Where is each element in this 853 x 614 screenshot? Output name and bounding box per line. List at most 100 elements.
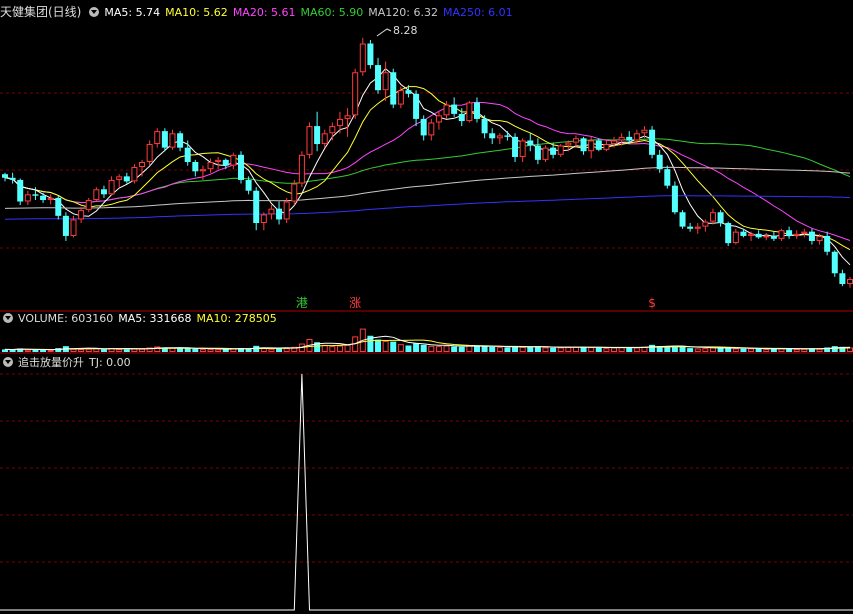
volume-bar-up [397, 344, 404, 353]
price-panel-menu-icon[interactable] [89, 7, 100, 17]
volume-bar-up [116, 349, 123, 353]
volume-bar-up [428, 345, 435, 353]
volume-bar-down [413, 343, 420, 352]
candle-down [17, 179, 24, 202]
volume-bar-down [717, 348, 724, 352]
volume-bar-up [519, 346, 526, 352]
volume-bar-up [283, 348, 290, 353]
volume-bar-up [329, 346, 336, 352]
volume-bar-up [93, 348, 100, 352]
candle-up [709, 212, 716, 222]
candle-up [694, 226, 701, 229]
ma60-value: MA60: 5.90 [300, 6, 364, 19]
indicator-legend: 追击放量价升 TJ: 0.00 [0, 355, 136, 371]
volume-bar-up [565, 347, 572, 352]
volume-bar-up [801, 348, 808, 352]
stock-chart[interactable]: 8.28 港 涨 $ [0, 0, 853, 614]
candle-down [626, 136, 633, 141]
candle-down [222, 159, 229, 166]
candle-down [413, 93, 420, 119]
volume-bar-up [603, 348, 610, 353]
volume-bar-up [215, 349, 222, 352]
volume-bar-up [78, 349, 85, 353]
candle-up [306, 126, 313, 155]
candle-down [405, 90, 412, 94]
volume-bar-down [473, 345, 480, 352]
candle-up [641, 129, 648, 134]
volume-bar-down [595, 347, 602, 352]
candle-up [93, 189, 100, 201]
chart-annotations: 8.28 [376, 24, 418, 37]
candle-down [649, 129, 656, 155]
candle-down [580, 138, 587, 152]
volume-bar-down [276, 348, 283, 352]
volume-bar-up [611, 347, 618, 353]
volume-bar-down [177, 348, 184, 352]
candle-down [527, 140, 534, 146]
volume-bar-up [778, 348, 785, 352]
volume-bar-up [344, 344, 351, 353]
volume-bar-up [618, 347, 625, 352]
volume-panel-menu-icon[interactable] [3, 313, 13, 323]
signal-mark: 港 [296, 296, 308, 310]
candle-up [778, 230, 785, 239]
volume-value: VOLUME: 603160 [18, 312, 114, 325]
candle-down [550, 147, 557, 155]
candle-down [390, 72, 397, 105]
candle-down [831, 251, 838, 274]
candle-down [755, 233, 762, 238]
volume-bar-down [55, 348, 62, 352]
volume-bar-up [816, 348, 823, 352]
candle-down [808, 231, 815, 241]
candle-down [687, 226, 694, 229]
candle-up [496, 135, 503, 139]
candle-up [108, 179, 115, 195]
volume-ma5-value: MA5: 331668 [118, 312, 192, 325]
candle-down [62, 215, 69, 236]
ma120-value: MA120: 6.32 [368, 6, 438, 19]
volume-bar-up [641, 346, 648, 352]
volume-bar-up [572, 346, 579, 352]
price-grid [0, 92, 853, 249]
volume-bar-down [123, 349, 130, 352]
candle-down [192, 162, 199, 172]
volume-bar-down [100, 349, 107, 352]
volume-bar-down [755, 348, 762, 352]
ma5-line [4, 68, 851, 266]
candle-up [47, 197, 54, 201]
candle-up [428, 122, 435, 136]
candle-down [534, 145, 541, 160]
volume-bar-up [702, 348, 709, 353]
candle-up [169, 133, 176, 148]
candle-up [443, 104, 450, 116]
volume-bar-up [336, 345, 343, 352]
signal-mark: $ [648, 296, 656, 310]
volume-bar-up [793, 349, 800, 353]
candle-up [565, 142, 572, 146]
candle-down [9, 177, 16, 180]
candle-down [595, 140, 602, 150]
candle-up [268, 208, 275, 215]
candle-down [40, 195, 47, 201]
candle-up [435, 115, 442, 123]
candle-up [382, 72, 389, 91]
candle-up [359, 43, 366, 73]
candle-up [78, 210, 85, 220]
candle-up [572, 138, 579, 143]
candle-down [161, 131, 168, 148]
volume-bar-down [489, 346, 496, 352]
volume-bar-up [260, 348, 267, 353]
candle-up [618, 136, 625, 141]
volume-bar-up [435, 346, 442, 352]
volume-bar-down [504, 347, 511, 352]
volume-bar-down [679, 346, 686, 352]
candle-down [32, 194, 39, 196]
candle-up [131, 167, 138, 182]
candle-down [717, 212, 724, 224]
tj-line [0, 373, 853, 611]
volume-bar-up [496, 347, 503, 352]
candle-down [664, 169, 671, 186]
indicator-panel-menu-icon[interactable] [3, 357, 13, 367]
volume-bar-down [451, 346, 458, 352]
volume-bar-down [580, 347, 587, 352]
